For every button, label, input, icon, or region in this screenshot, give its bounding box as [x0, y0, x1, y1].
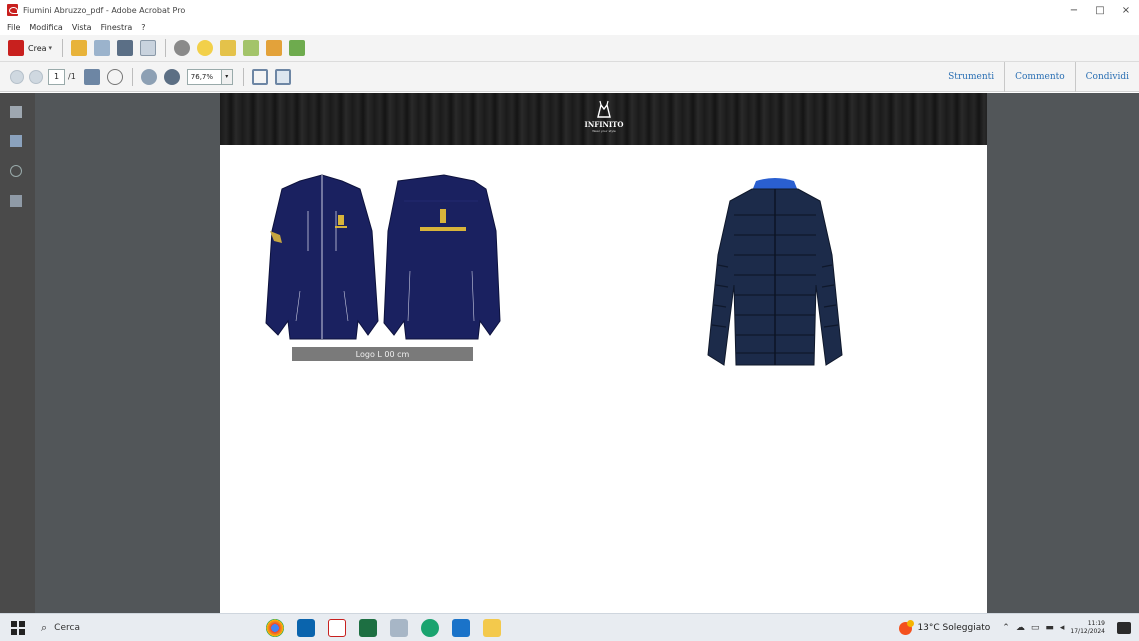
sign-icon[interactable] — [289, 40, 306, 56]
volume-icon[interactable]: ◂ — [1060, 623, 1065, 633]
save-icon[interactable] — [94, 40, 111, 56]
settings-gear-icon[interactable] — [174, 40, 191, 56]
close-button[interactable]: × — [1113, 0, 1139, 20]
pdf-page: INFINITO Wear your style Logo L 00 cm — [220, 93, 987, 613]
comment-icon[interactable] — [197, 40, 214, 56]
zoom-out-icon[interactable] — [140, 68, 157, 85]
brand-name: INFINITO — [584, 120, 624, 129]
tab-condividi[interactable]: Condividi — [1074, 62, 1139, 92]
navigation-toolbar: 1 /1 76,7% ▾ Strumenti Commento Condivid… — [0, 62, 1139, 92]
stamp-icon[interactable] — [220, 40, 237, 56]
email-icon[interactable] — [140, 40, 157, 56]
display-icon[interactable]: ▭ — [1031, 623, 1040, 633]
main-toolbar: Crea ▾ — [0, 35, 1139, 62]
title-bar: Fiumini Abruzzo_pdf - Adobe Acrobat Pro … — [0, 0, 1139, 20]
print-icon[interactable] — [117, 40, 134, 56]
crea-label: Crea — [28, 43, 47, 53]
brand-logo: INFINITO Wear your style — [578, 99, 630, 141]
zoom-in-icon[interactable] — [163, 68, 180, 85]
create-pdf-icon — [8, 40, 24, 56]
windows-start-button[interactable] — [11, 620, 25, 635]
zoom-level-input[interactable]: 76,7% — [186, 68, 222, 85]
maximize-button[interactable]: □ — [1087, 0, 1113, 20]
tab-commento[interactable]: Commento — [1004, 62, 1075, 92]
horse-logo-icon — [597, 100, 611, 118]
toolbar-separator — [62, 39, 64, 57]
acrobat-app-icon — [7, 4, 18, 16]
right-panel-tabs: Strumenti Commento Condividi — [938, 62, 1139, 92]
pinned-apps — [266, 619, 514, 637]
chevron-up-icon[interactable]: ⌃ — [1002, 623, 1010, 633]
menu-vista[interactable]: Vista — [72, 23, 92, 32]
page-number-input[interactable]: 1 — [48, 68, 65, 85]
previous-page-button[interactable] — [10, 69, 24, 84]
toolbar-separator — [165, 39, 167, 57]
system-clock[interactable]: 11:19 17/12/2024 — [1070, 620, 1105, 636]
network-app-icon[interactable] — [390, 619, 408, 637]
attachments-icon[interactable] — [10, 165, 22, 177]
softshell-jacket-image — [265, 174, 501, 340]
notifications-icon[interactable] — [1117, 622, 1131, 634]
network-icon[interactable]: ▬ — [1045, 623, 1054, 633]
attach-file-icon[interactable] — [243, 40, 260, 56]
menu-finestra[interactable]: Finestra — [101, 23, 133, 32]
select-tool-icon[interactable] — [83, 68, 100, 85]
system-tray: 13°C Soleggiato ⌃ ☁ ▭ ▬ ◂ 11:19 17/12/20… — [899, 614, 1139, 641]
zoom-dropdown-icon[interactable]: ▾ — [221, 68, 233, 85]
search-placeholder: Cerca — [54, 622, 80, 633]
file-explorer-icon[interactable] — [483, 619, 501, 637]
acrobat-icon[interactable] — [328, 619, 346, 637]
page-total: /1 — [68, 72, 76, 81]
open-folder-icon[interactable] — [71, 40, 88, 56]
wood-banner: INFINITO Wear your style — [220, 93, 987, 145]
excel-icon[interactable] — [359, 619, 377, 637]
next-page-button[interactable] — [29, 69, 43, 84]
left-navigation-pane — [0, 93, 35, 613]
fit-page-icon[interactable] — [251, 68, 268, 85]
clock-time: 11:19 — [1087, 620, 1105, 627]
full-screen-icon[interactable] — [274, 68, 291, 85]
tab-strumenti[interactable]: Strumenti — [938, 62, 1004, 92]
minimize-button[interactable]: − — [1061, 0, 1087, 20]
outlook-icon[interactable] — [297, 619, 315, 637]
clock-date: 17/12/2024 — [1070, 628, 1105, 635]
window-title: Fiumini Abruzzo_pdf - Adobe Acrobat Pro — [23, 5, 186, 15]
signatures-icon[interactable] — [10, 195, 22, 207]
chrome-icon[interactable] — [266, 619, 284, 637]
taskbar-search[interactable]: ⌕ Cerca — [41, 621, 271, 635]
logo-size-caption: Logo L 00 cm — [292, 347, 473, 361]
menu-modifica[interactable]: Modifica — [29, 23, 62, 32]
bookmarks-icon[interactable] — [10, 135, 22, 147]
crea-button[interactable]: Crea ▾ — [8, 40, 52, 56]
weather-text[interactable]: 13°C Soleggiato — [917, 623, 990, 633]
windows-taskbar: ⌕ Cerca 13°C Soleggiato ⌃ ☁ ▭ ▬ ◂ 11:19 … — [0, 613, 1139, 641]
menu-bar: File Modifica Vista Finestra ? — [0, 20, 1139, 35]
menu-help[interactable]: ? — [141, 23, 145, 32]
outlook-new-icon[interactable] — [452, 619, 470, 637]
hand-tool-icon[interactable] — [106, 68, 123, 85]
search-icon: ⌕ — [41, 620, 48, 634]
export-icon[interactable] — [266, 40, 283, 56]
onedrive-icon[interactable]: ☁ — [1016, 623, 1025, 633]
toolbar-separator — [242, 67, 244, 86]
weather-icon[interactable] — [899, 619, 915, 635]
menu-file[interactable]: File — [7, 23, 20, 32]
toolbar-separator — [131, 67, 133, 86]
page-thumbnails-icon[interactable] — [10, 106, 22, 118]
puffer-jacket-image — [707, 178, 843, 366]
edge-icon[interactable] — [421, 619, 439, 637]
brand-tagline: Wear your style — [592, 129, 616, 133]
document-viewport[interactable]: INFINITO Wear your style Logo L 00 cm — [35, 93, 1139, 613]
window-controls: − □ × — [1061, 0, 1139, 20]
chevron-down-icon: ▾ — [48, 44, 53, 52]
